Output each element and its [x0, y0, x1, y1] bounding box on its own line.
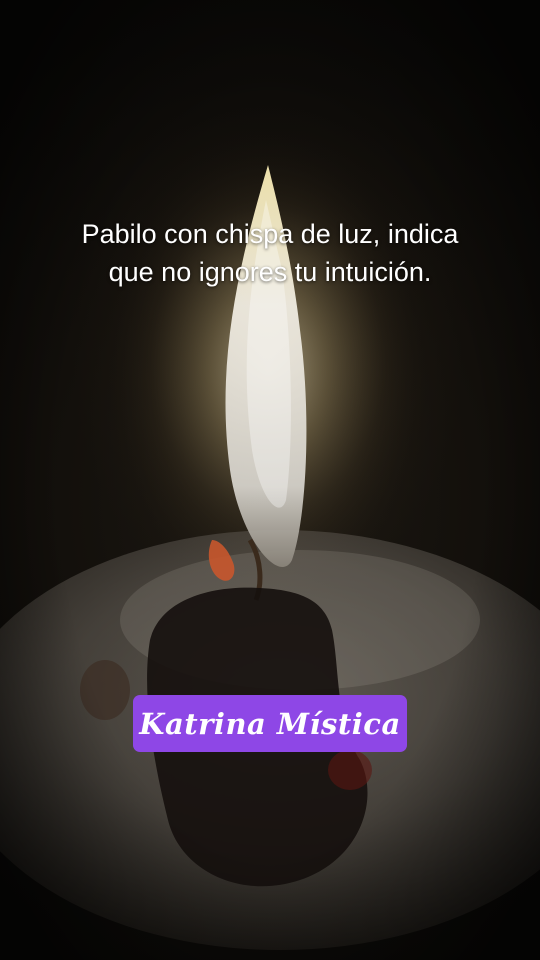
photo-frame: Pabilo con chispa de luz, indica que no … — [0, 0, 540, 960]
brand-tag-label: Katrina Mística — [139, 706, 401, 741]
candle-photo — [0, 0, 540, 960]
caption-text: Pabilo con chispa de luz, indica que no … — [20, 215, 520, 291]
brand-tag: Katrina Mística — [133, 695, 407, 752]
caption-line-2: que no ignores tu intuición. — [108, 257, 432, 287]
caption-line-1: Pabilo con chispa de luz, indica — [81, 219, 459, 249]
